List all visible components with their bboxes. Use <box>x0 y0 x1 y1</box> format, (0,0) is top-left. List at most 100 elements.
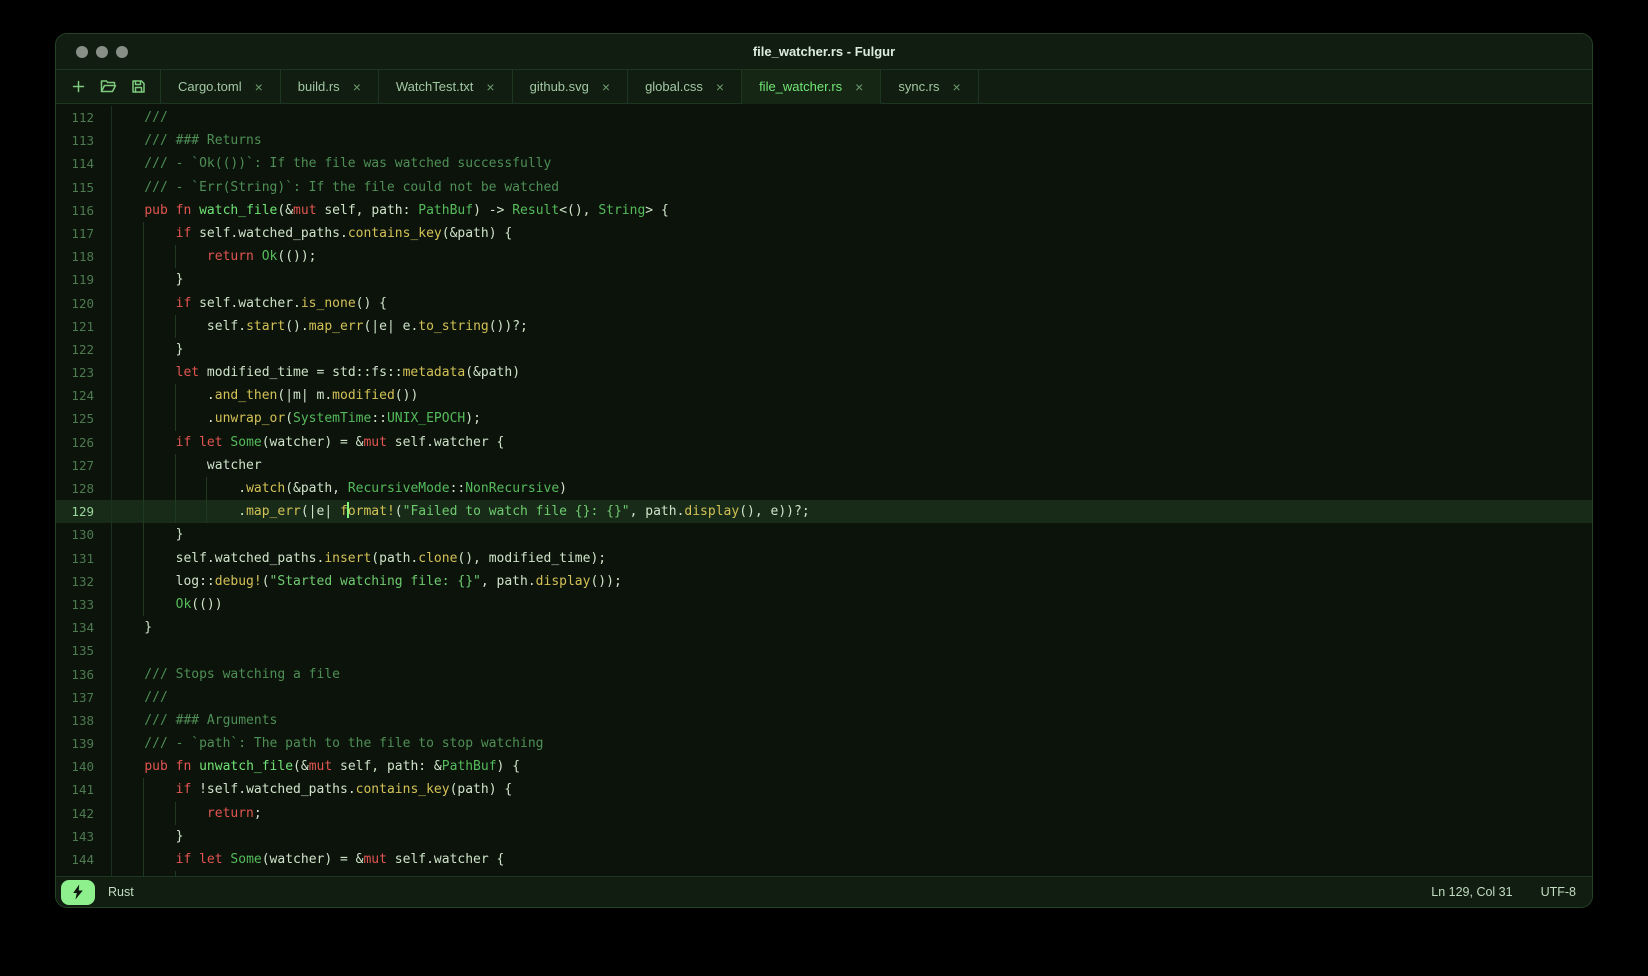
code-line-133[interactable]: 133 Ok(()) <box>56 592 1592 617</box>
minimize-button[interactable] <box>96 45 108 58</box>
code-line-131[interactable]: 131 self.watched_paths.insert(path.clone… <box>56 546 1592 570</box>
indent-guide <box>143 384 145 408</box>
indent-guide <box>143 268 145 292</box>
indent-guide <box>143 848 145 872</box>
tabbar: Cargo.toml × build.rs × WatchTest.txt × github… <box>56 70 1592 104</box>
code-line-117[interactable]: 117 if self.watched_paths.contains_key(&… <box>56 221 1592 246</box>
line-number: 138 <box>56 708 112 733</box>
tab-close-icon[interactable]: × <box>953 80 961 94</box>
code-line-114[interactable]: 114 /// - `Ok(())`: If the file was watc… <box>56 152 1592 176</box>
line-number: 126 <box>56 430 112 454</box>
code-text: .unwrap_or(SystemTime::UNIX_EPOCH); <box>112 407 1592 431</box>
code-line-142[interactable]: 142 return; <box>56 801 1592 825</box>
code-line-119[interactable]: 119 } <box>56 268 1592 292</box>
language-badge[interactable] <box>61 879 95 905</box>
tab-close-icon[interactable]: × <box>716 80 724 94</box>
code-text: if let Some(watcher) = &mut self.watcher… <box>112 848 1592 872</box>
open-folder-icon <box>100 80 116 93</box>
tab-WatchTest.txt[interactable]: WatchTest.txt × <box>378 70 513 104</box>
line-number: 135 <box>56 639 112 663</box>
code-line-136[interactable]: 136 /// Stops watching a file <box>56 662 1592 686</box>
tab-close-icon[interactable]: × <box>855 80 863 94</box>
save-file-button[interactable] <box>127 76 149 98</box>
tab-label: Cargo.toml <box>178 79 242 94</box>
indent-guide <box>143 361 145 385</box>
code-line-140[interactable]: 140 pub fn unwatch_file(&mut self, path:… <box>56 755 1592 779</box>
indent-guide <box>143 871 145 876</box>
line-number: 129 <box>56 500 112 524</box>
language-label[interactable]: Rust <box>108 885 134 899</box>
code-text: } <box>112 824 1592 848</box>
code-line-128[interactable]: 128 .watch(&path, RecursiveMode::NonRecu… <box>56 477 1592 501</box>
code-line-141[interactable]: 141 if !self.watched_paths.contains_key(… <box>56 778 1592 802</box>
indent-guide <box>143 569 145 593</box>
indent-guide <box>174 314 176 338</box>
code-line-123[interactable]: 123 let modified_time = std::fs::metadat… <box>56 361 1592 385</box>
code-line-112[interactable]: 112 /// <box>56 106 1592 130</box>
code-line-125[interactable]: 125 .unwrap_or(SystemTime::UNIX_EPOCH); <box>56 407 1592 431</box>
code-line-113[interactable]: 113 /// ### Returns <box>56 129 1592 153</box>
indent-guide <box>205 477 207 501</box>
line-number: 124 <box>56 384 112 408</box>
code-line-116[interactable]: 116 pub fn watch_file(&mut self, path: P… <box>56 198 1592 222</box>
code-line-145[interactable]: 145 if let Err(e) = watcher.unwatch(path… <box>56 871 1592 876</box>
maximize-button[interactable] <box>116 45 128 58</box>
code-line-122[interactable]: 122 } <box>56 337 1592 362</box>
tab-Cargo.toml[interactable]: Cargo.toml × <box>161 70 281 104</box>
code-text: .and_then(|m| m.modified()) <box>112 384 1592 408</box>
indent-guide <box>174 384 176 408</box>
code-line-132[interactable]: 132 log::debug!("Started watching file: … <box>56 569 1592 593</box>
editor[interactable]: 112 ///113 /// ### Returns 114 /// - `Ok(… <box>56 104 1592 876</box>
code-text: } <box>112 337 1592 362</box>
titlebar: file_watcher.rs - Fulgur <box>56 34 1592 70</box>
statusbar: Rust Ln 129, Col 31 UTF-8 <box>56 876 1592 907</box>
tab-build.rs[interactable]: build.rs × <box>280 70 379 104</box>
code-line-118[interactable]: 118 return Ok(()); <box>56 245 1592 269</box>
code-text: } <box>112 523 1592 547</box>
code-line-129[interactable]: 129 .map_err(|e| format!("Failed to watc… <box>56 500 1592 524</box>
encoding-label[interactable]: UTF-8 <box>1541 885 1576 899</box>
code-line-120[interactable]: 120 if self.watcher.is_none() { <box>56 291 1592 315</box>
code-line-137[interactable]: 137 /// <box>56 685 1592 709</box>
tab-sync.rs[interactable]: sync.rs × <box>881 70 979 104</box>
code-line-135[interactable]: 135 <box>56 639 1592 663</box>
code-line-134[interactable]: 134 } <box>56 616 1592 640</box>
line-number: 120 <box>56 291 112 315</box>
tab-label: github.svg <box>529 79 589 94</box>
code-line-130[interactable]: 130 } <box>56 523 1592 547</box>
code-line-138[interactable]: 138 /// ### Arguments <box>56 708 1592 733</box>
code-line-144[interactable]: 144 if let Some(watcher) = &mut self.wat… <box>56 848 1592 872</box>
code-text: if !self.watched_paths.contains_key(path… <box>112 778 1592 802</box>
tab-label: global.css <box>645 79 703 94</box>
code-line-127[interactable]: 127 watcher <box>56 453 1592 477</box>
code-line-139[interactable]: 139 /// - `path`: The path to the file t… <box>56 732 1592 756</box>
indent-guide <box>143 592 145 617</box>
line-number: 142 <box>56 801 112 825</box>
tab-close-icon[interactable]: × <box>602 80 610 94</box>
code-text: Ok(()) <box>112 592 1592 617</box>
tab-close-icon[interactable]: × <box>353 80 361 94</box>
code-line-126[interactable]: 126 if let Some(watcher) = &mut self.wat… <box>56 430 1592 454</box>
line-number: 137 <box>56 685 112 709</box>
tab-global.css[interactable]: global.css × <box>628 70 743 104</box>
close-button[interactable] <box>76 45 88 58</box>
open-file-button[interactable] <box>97 76 119 98</box>
tab-label: sync.rs <box>898 79 940 94</box>
code-text: log::debug!("Started watching file: {}",… <box>112 569 1592 593</box>
code-line-121[interactable]: 121 self.start().map_err(|e| e.to_string… <box>56 314 1592 338</box>
tab-close-icon[interactable]: × <box>255 80 263 94</box>
tab-close-icon[interactable]: × <box>486 80 494 94</box>
line-number: 132 <box>56 569 112 593</box>
cursor-position[interactable]: Ln 129, Col 31 <box>1431 885 1512 899</box>
code-line-124[interactable]: 124 .and_then(|m| m.modified()) <box>56 384 1592 408</box>
window-controls <box>76 34 128 69</box>
line-number: 113 <box>56 129 112 153</box>
code-line-143[interactable]: 143 } <box>56 824 1592 848</box>
new-tab-button[interactable] <box>67 76 89 98</box>
code-line-115[interactable]: 115 /// - `Err(String)`: If the file cou… <box>56 175 1592 199</box>
window-title: file_watcher.rs - Fulgur <box>752 44 896 59</box>
line-number: 136 <box>56 662 112 686</box>
indent-guide <box>143 453 145 477</box>
tab-github.svg[interactable]: github.svg × <box>512 70 629 104</box>
tab-file_watcher.rs[interactable]: file_watcher.rs × <box>742 70 882 104</box>
